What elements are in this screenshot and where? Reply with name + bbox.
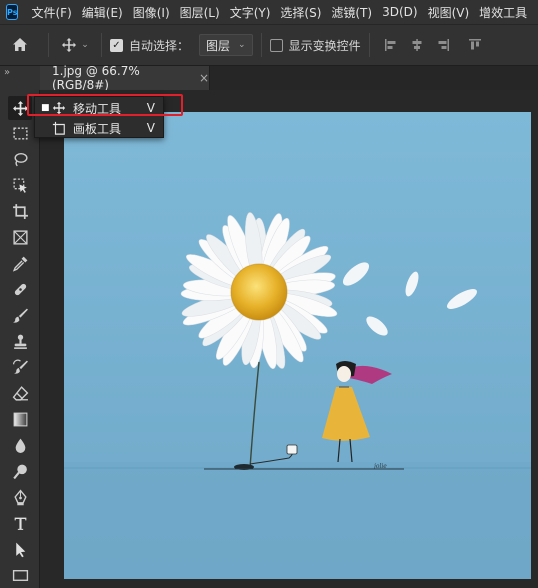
align-center-button[interactable]	[404, 31, 430, 59]
auto-select-label: 自动选择：	[129, 38, 190, 53]
type-tool[interactable]	[8, 511, 32, 535]
chevron-down-icon: ⌄	[81, 40, 89, 50]
selected-bullet: ■	[41, 103, 50, 113]
brush-tool[interactable]	[8, 303, 32, 327]
eyedropper-icon	[12, 256, 27, 272]
move-icon	[51, 100, 67, 116]
gradient-icon	[13, 412, 27, 426]
band-aid-icon	[14, 283, 26, 295]
move-tool-flyout-menu: ■ 移动工具 V 画板工具 V	[34, 96, 164, 138]
frame-tool[interactable]	[8, 225, 32, 249]
move-tool-preset-button[interactable]: ⌄	[57, 31, 93, 59]
layer-group-select[interactable]: 图层 ⌄	[199, 34, 253, 56]
show-transform-label: 显示变换控件	[288, 38, 361, 53]
move-icon	[12, 100, 28, 116]
menu-select[interactable]: 选择(S)	[275, 4, 326, 21]
menu-window[interactable]: 窗	[532, 4, 538, 21]
daisy-and-girl-illustration: jolie	[64, 112, 531, 579]
eraser-icon	[12, 385, 28, 401]
menu-view[interactable]: 视图(V)	[423, 4, 475, 21]
healing-brush-tool[interactable]	[8, 277, 32, 301]
svg-text:jolie: jolie	[372, 463, 387, 470]
menu-plugins[interactable]: 增效工具	[474, 4, 532, 21]
document-tab-title: 1.jpg @ 66.7%(RGB/8#)	[52, 64, 140, 92]
blur-tool[interactable]	[8, 433, 32, 457]
menu-filter[interactable]: 滤镜(T)	[326, 4, 377, 21]
flyout-item-artboard-tool[interactable]: 画板工具 V	[35, 118, 165, 138]
separator	[101, 33, 102, 57]
close-icon[interactable]: ×	[199, 71, 209, 85]
align-top-button[interactable]	[462, 31, 488, 59]
flyout-item-move-tool[interactable]: ■ 移动工具 V	[35, 98, 165, 118]
lasso-icon	[13, 152, 28, 166]
document-image[interactable]: jolie	[64, 112, 531, 579]
dodge-tool[interactable]	[8, 459, 32, 483]
eyedropper-tool[interactable]	[8, 251, 32, 275]
rectangle-tool[interactable]	[8, 563, 32, 587]
menu-layer[interactable]: 图层(L)	[175, 4, 225, 21]
home-icon	[13, 38, 27, 51]
layer-group-select-value: 图层	[206, 38, 231, 53]
frame-icon	[12, 229, 28, 245]
menu-bar: Ps 文件(F) 编辑(E) 图像(I) 图层(L) 文字(Y) 选择(S) 滤…	[0, 0, 538, 24]
photoshop-logo[interactable]: Ps	[6, 4, 19, 20]
chevron-down-icon: ⌄	[238, 40, 246, 50]
flyout-item-label: 画板工具	[73, 121, 122, 136]
pen-icon	[13, 489, 27, 505]
document-tab[interactable]: 1.jpg @ 66.7%(RGB/8#) ×	[40, 64, 210, 92]
align-horizontal-center-icon	[412, 39, 422, 51]
separator	[48, 33, 49, 57]
crop-tool[interactable]	[8, 199, 32, 223]
document-tab-strip: 1.jpg @ 66.7%(RGB/8#) ×	[40, 64, 538, 92]
rectangle-icon	[12, 569, 28, 581]
clone-stamp-tool[interactable]	[8, 329, 32, 353]
history-brush-tool[interactable]	[8, 355, 32, 379]
marquee-tool[interactable]	[8, 121, 32, 145]
crop-icon	[12, 203, 28, 219]
gradient-tool[interactable]	[8, 407, 32, 431]
auto-select-checkbox[interactable]: ✓	[110, 38, 123, 52]
tools-panel	[0, 90, 40, 588]
menu-type[interactable]: 文字(Y)	[225, 4, 276, 21]
type-icon	[14, 517, 26, 530]
stamp-icon	[13, 334, 27, 349]
separator	[368, 33, 370, 57]
lasso-tool[interactable]	[8, 147, 32, 171]
align-left-icon	[384, 39, 396, 51]
menu-edit[interactable]: 编辑(E)	[77, 4, 128, 21]
show-transform-checkbox[interactable]	[269, 38, 283, 52]
object-selection-icon	[12, 177, 27, 193]
path-selection-tool[interactable]	[8, 537, 32, 561]
move-tool[interactable]	[8, 96, 32, 120]
menu-file[interactable]: 文件(F)	[26, 4, 76, 21]
eraser-tool[interactable]	[8, 381, 32, 405]
flyout-item-label: 移动工具	[73, 101, 122, 116]
path-selection-icon	[15, 542, 25, 557]
water-drop-icon	[15, 438, 25, 453]
align-left-button[interactable]	[378, 31, 404, 59]
brush-icon	[12, 308, 28, 323]
rectangular-marquee-icon	[12, 126, 28, 140]
history-brush-icon	[12, 359, 28, 374]
move-icon	[62, 38, 77, 52]
home-button[interactable]	[0, 31, 40, 59]
align-top-icon	[468, 39, 481, 50]
toolbox-header: »	[0, 66, 40, 90]
flyout-item-shortcut: V	[146, 121, 155, 135]
options-bar: ⌄ ✓ 自动选择： 图层 ⌄ 显示变换控件	[0, 24, 538, 66]
separator	[260, 33, 262, 57]
menu-3d[interactable]: 3D(D)	[377, 5, 422, 19]
dodge-icon	[12, 464, 27, 479]
object-selection-tool[interactable]	[8, 173, 32, 197]
artboard-icon	[51, 120, 67, 136]
align-right-button[interactable]	[430, 31, 456, 59]
menu-image[interactable]: 图像(I)	[128, 4, 175, 21]
collapse-toolbox-icon[interactable]: »	[4, 67, 10, 78]
flyout-item-shortcut: V	[146, 101, 155, 115]
align-right-icon	[438, 39, 449, 51]
pen-tool[interactable]	[8, 485, 32, 509]
